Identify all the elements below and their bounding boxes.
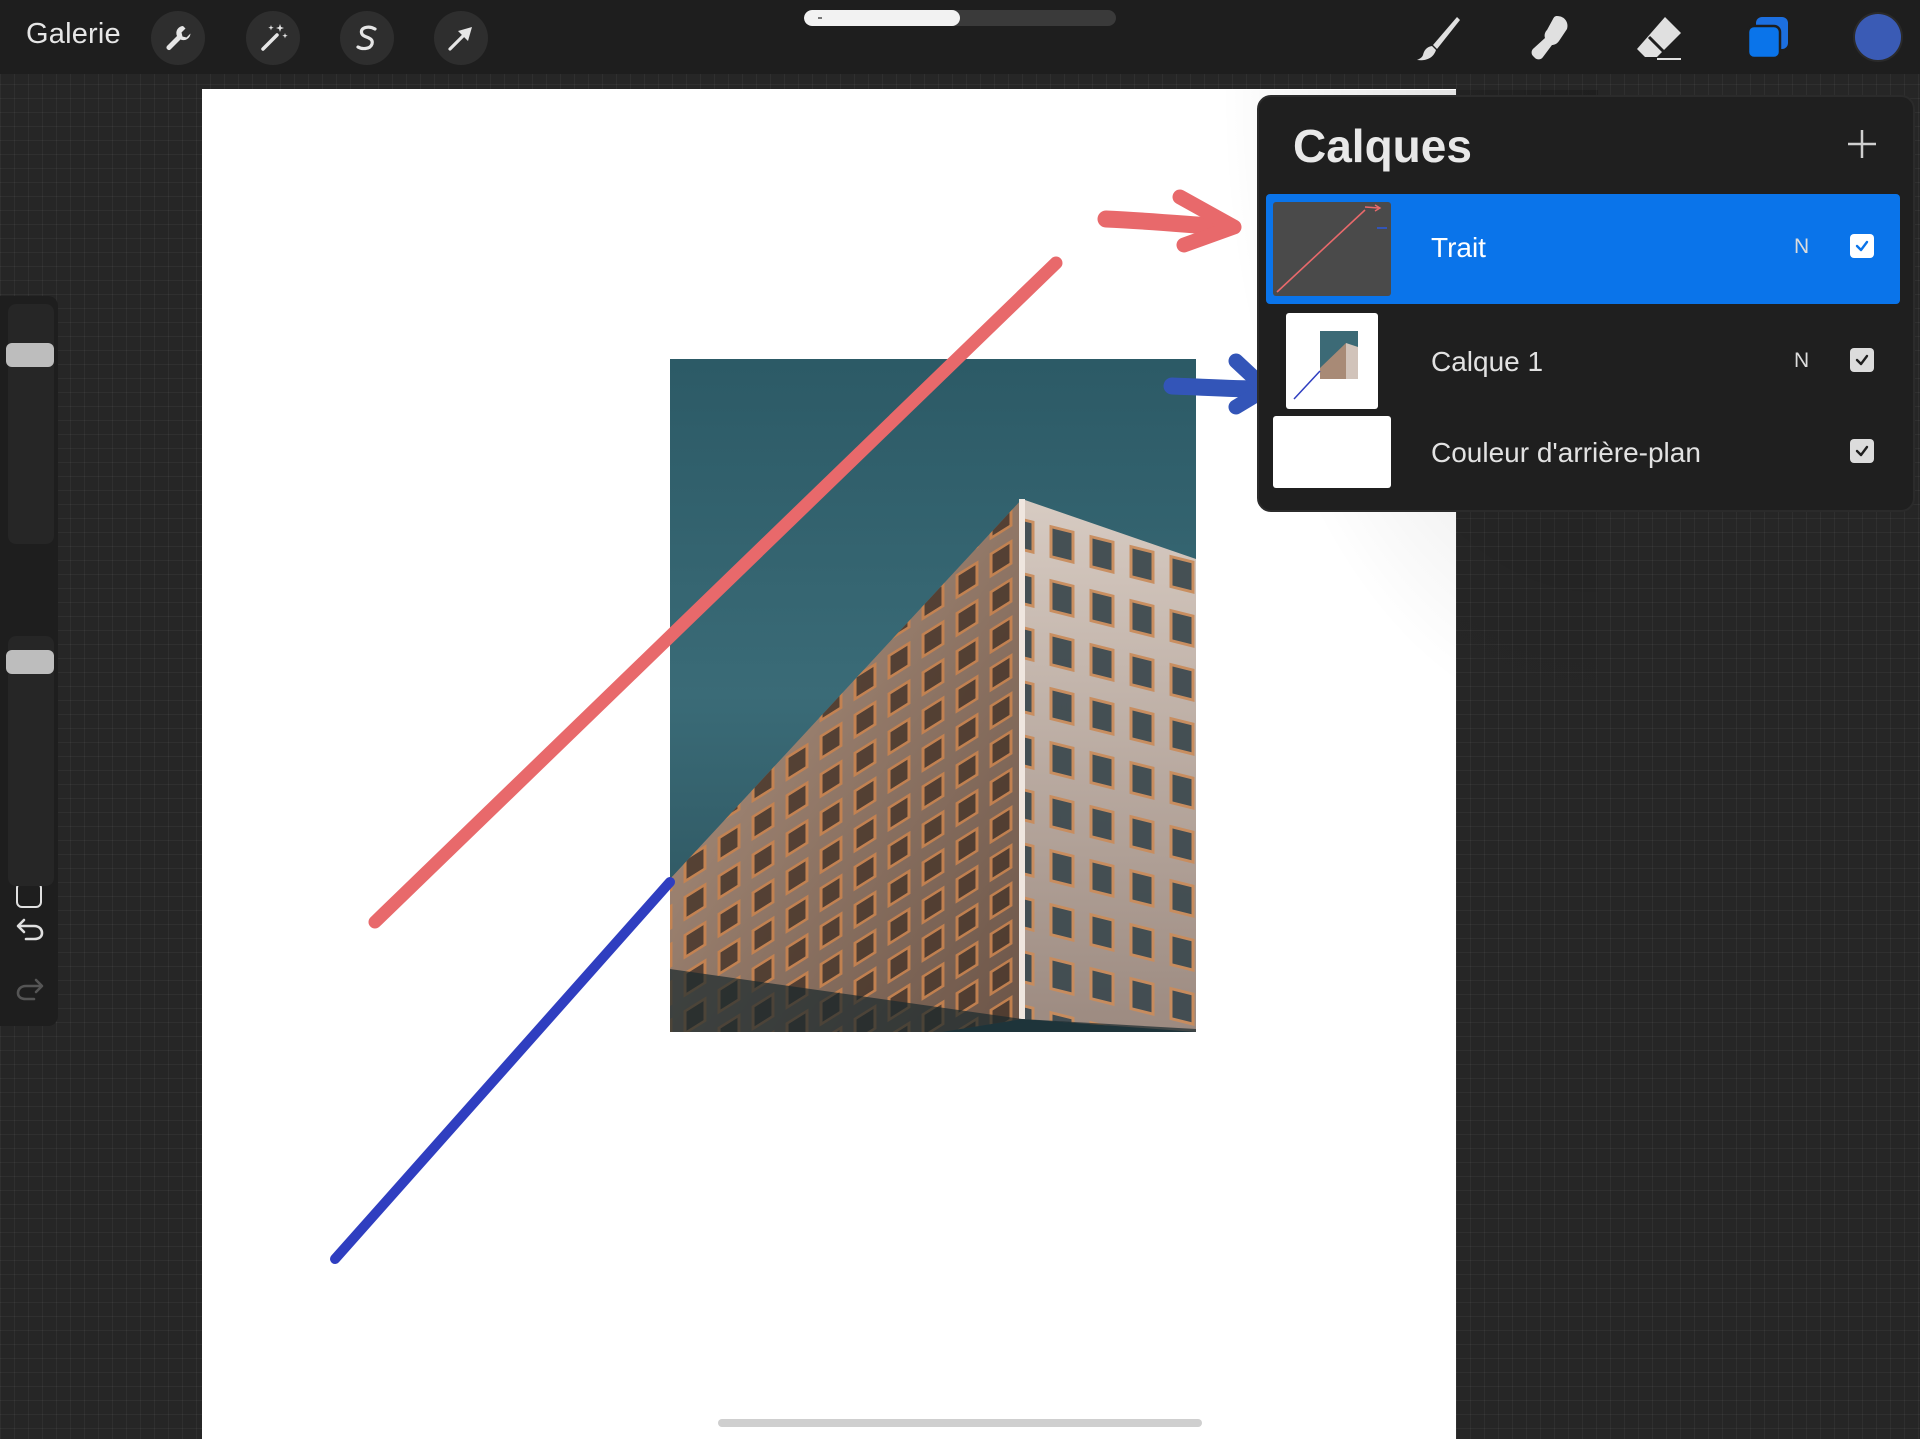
left-sidebar bbox=[0, 296, 58, 1026]
blue-stroke bbox=[330, 877, 675, 1264]
smudge-finger-icon bbox=[1531, 16, 1568, 60]
layers-panel: Calques Trait N Calque 1 N Couleur d'arr… bbox=[1257, 95, 1915, 512]
wrench-icon bbox=[166, 26, 191, 50]
checkmark-icon bbox=[1855, 445, 1869, 457]
opacity-slider[interactable] bbox=[6, 636, 54, 886]
layer-name: Trait bbox=[1431, 232, 1486, 263]
brush-size-thumb[interactable] bbox=[6, 342, 54, 367]
brush-size-slider[interactable] bbox=[6, 304, 54, 544]
transform-arrow-icon bbox=[448, 27, 472, 51]
transform-button[interactable] bbox=[434, 11, 488, 65]
opacity-thumb[interactable] bbox=[6, 649, 54, 674]
layer-thumbnail bbox=[1273, 202, 1391, 296]
gallery-button[interactable]: Galerie bbox=[26, 18, 121, 51]
brush-tool-button[interactable] bbox=[1408, 8, 1468, 68]
layer-row-trait[interactable]: Trait N bbox=[1266, 194, 1900, 304]
checkmark-icon bbox=[1855, 354, 1869, 366]
visibility-checkbox[interactable] bbox=[1850, 439, 1874, 463]
progress-bar bbox=[804, 10, 1116, 26]
layer-thumbnail bbox=[1286, 313, 1378, 409]
layer-row-background-color[interactable]: Couleur d'arrière-plan bbox=[1266, 409, 1900, 509]
top-toolbar: Galerie bbox=[0, 0, 1920, 74]
checkmark-icon bbox=[1855, 240, 1869, 252]
color-picker-button[interactable] bbox=[1855, 14, 1901, 60]
layers-tool-button[interactable] bbox=[1738, 8, 1798, 68]
visibility-checkbox[interactable] bbox=[1850, 234, 1874, 258]
layer-thumbnail bbox=[1273, 416, 1391, 488]
layers-panel-title: Calques bbox=[1293, 120, 1472, 172]
eraser-tool-button[interactable] bbox=[1628, 8, 1688, 68]
redo-icon[interactable] bbox=[14, 972, 46, 1004]
plus-icon[interactable] bbox=[1837, 119, 1887, 169]
visibility-checkbox[interactable] bbox=[1850, 348, 1874, 372]
magic-wand-icon bbox=[261, 24, 288, 51]
layer-name: Couleur d'arrière-plan bbox=[1431, 437, 1701, 468]
actions-button[interactable] bbox=[151, 11, 205, 65]
adjustments-button[interactable] bbox=[246, 11, 300, 65]
undo-icon[interactable] bbox=[14, 912, 46, 944]
selection-s-icon bbox=[356, 25, 377, 51]
layers-icon bbox=[1746, 17, 1788, 60]
progress-fill bbox=[804, 10, 960, 26]
layer-name: Calque 1 bbox=[1431, 346, 1544, 377]
eraser-icon bbox=[1637, 17, 1681, 60]
home-indicator bbox=[718, 1419, 1202, 1427]
blend-mode-button[interactable]: N bbox=[1794, 235, 1809, 259]
selection-button[interactable] bbox=[340, 11, 394, 65]
blend-mode-button[interactable]: N bbox=[1794, 349, 1809, 373]
building-photo bbox=[670, 359, 1196, 1032]
layer-row-calque-1[interactable]: Calque 1 N bbox=[1266, 308, 1900, 418]
smudge-tool-button[interactable] bbox=[1518, 8, 1578, 68]
red-arrow-annotation bbox=[1097, 189, 1242, 253]
brush-icon bbox=[1417, 17, 1460, 61]
